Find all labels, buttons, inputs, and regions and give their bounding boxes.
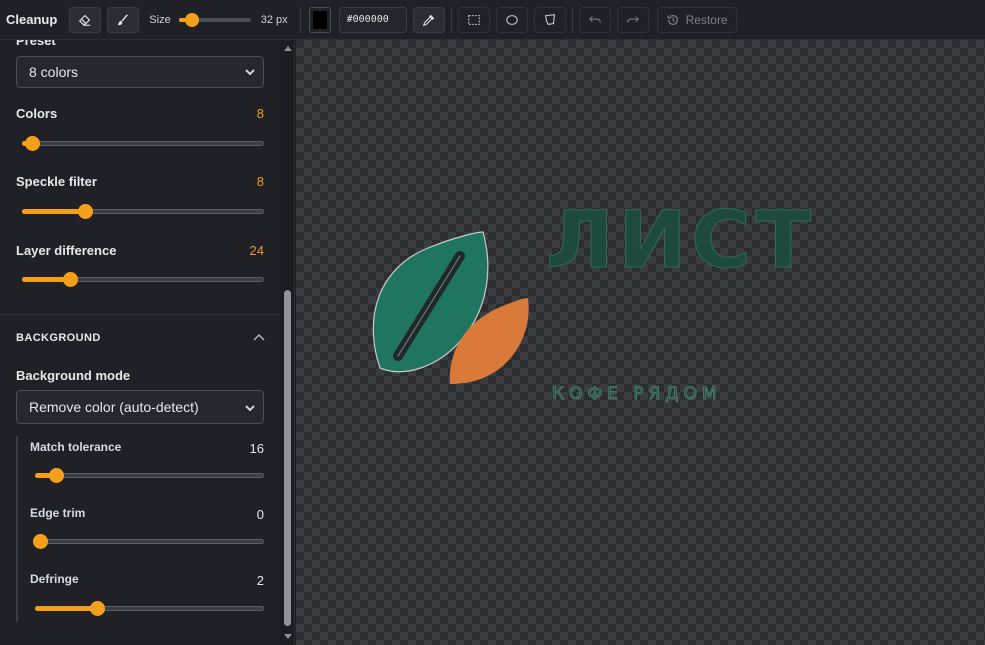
speckle-filter-slider[interactable] bbox=[22, 204, 264, 219]
brush-button[interactable] bbox=[107, 6, 140, 33]
scrollbar-thumb[interactable] bbox=[284, 290, 291, 626]
preset-select[interactable]: 8 colors bbox=[16, 56, 264, 88]
color-swatch[interactable] bbox=[308, 6, 331, 33]
toolbar-divider bbox=[450, 6, 452, 33]
size-value: 32 px bbox=[260, 13, 288, 26]
redo-icon bbox=[626, 15, 639, 23]
background-mode-select[interactable]: Remove color (auto-detect) bbox=[16, 390, 264, 424]
slider-track bbox=[22, 141, 264, 146]
ellipse-select-button[interactable] bbox=[495, 6, 528, 33]
color-hex-input[interactable] bbox=[338, 6, 407, 33]
slider-thumb[interactable] bbox=[48, 468, 64, 483]
app-root: Cleanup Size 32 px #000000 Restore Prese… bbox=[0, 0, 985, 645]
match-tolerance-label: Match tolerance bbox=[30, 440, 122, 454]
edge-trim-value: 0 bbox=[256, 507, 264, 522]
chevron-down-icon bbox=[245, 69, 255, 76]
color-swatch-fill bbox=[312, 10, 327, 29]
colors-label: Colors bbox=[16, 106, 58, 121]
restore-button[interactable]: Restore bbox=[656, 6, 737, 33]
logo-tagline: КОФЕ РЯДОМ bbox=[552, 384, 722, 405]
slider-thumb[interactable] bbox=[89, 601, 105, 616]
settings-sidebar: Preset 8 colors Colors 8 Speckle filter … bbox=[0, 40, 280, 645]
match-tolerance-value: 16 bbox=[249, 441, 264, 456]
layer-difference-slider[interactable] bbox=[22, 272, 264, 287]
edge-trim-label: Edge trim bbox=[30, 506, 86, 520]
toolbar-divider bbox=[299, 6, 301, 33]
background-mode-label: Background mode bbox=[16, 368, 131, 383]
slider-track bbox=[35, 473, 264, 478]
logo-wordmark: ЛИСТ bbox=[545, 196, 816, 286]
background-section-header[interactable]: BACKGROUND bbox=[16, 332, 101, 344]
tool-title: Cleanup bbox=[6, 12, 58, 27]
restore-label: Restore bbox=[685, 12, 728, 27]
redo-button[interactable] bbox=[616, 6, 649, 33]
ellipse-select-icon bbox=[505, 14, 518, 25]
preset-label: Preset bbox=[16, 40, 56, 48]
scroll-down-icon[interactable] bbox=[284, 634, 292, 639]
slider-thumb[interactable] bbox=[33, 534, 48, 549]
edge-trim-slider[interactable] bbox=[33, 534, 264, 549]
chevron-down-icon bbox=[245, 405, 255, 412]
scroll-up-icon[interactable] bbox=[284, 46, 292, 51]
history-icon bbox=[666, 14, 678, 25]
slider-thumb[interactable] bbox=[24, 136, 40, 151]
subsettings-indent-bar bbox=[16, 436, 18, 622]
sidebar-scrollbar[interactable] bbox=[280, 40, 295, 645]
toolbar: Cleanup Size 32 px #000000 Restore bbox=[0, 0, 985, 40]
slider-fill bbox=[22, 209, 85, 214]
speckle-filter-label: Speckle filter bbox=[16, 174, 97, 189]
slider-fill bbox=[35, 606, 97, 611]
undo-button[interactable] bbox=[578, 6, 611, 33]
background-mode-value: Remove color (auto-detect) bbox=[29, 399, 199, 415]
size-slider[interactable] bbox=[178, 12, 251, 27]
defringe-label: Defringe bbox=[30, 572, 79, 586]
match-tolerance-slider[interactable] bbox=[35, 468, 264, 483]
size-slider-thumb[interactable] bbox=[184, 12, 199, 27]
chevron-up-icon[interactable] bbox=[253, 332, 265, 342]
defringe-value: 2 bbox=[256, 573, 264, 588]
image-canvas[interactable]: ЛИСТ КОФЕ РЯДОМ bbox=[296, 40, 985, 645]
slider-thumb[interactable] bbox=[63, 272, 79, 287]
section-divider bbox=[0, 314, 280, 315]
lasso-select-icon bbox=[544, 13, 555, 25]
size-label: Size bbox=[149, 13, 171, 26]
rect-select-button[interactable] bbox=[457, 6, 490, 33]
layer-difference-value: 24 bbox=[249, 243, 264, 258]
layer-difference-label: Layer difference bbox=[16, 243, 117, 258]
eraser-button[interactable] bbox=[69, 6, 102, 33]
slider-track bbox=[40, 539, 264, 544]
slider-thumb[interactable] bbox=[77, 204, 93, 219]
defringe-slider[interactable] bbox=[35, 601, 264, 616]
brush-icon bbox=[118, 13, 129, 25]
lasso-select-button[interactable] bbox=[533, 6, 566, 33]
colors-slider[interactable] bbox=[22, 136, 264, 151]
speckle-filter-value: 8 bbox=[256, 174, 264, 189]
eyedropper-button[interactable] bbox=[412, 6, 445, 33]
toolbar-divider bbox=[571, 6, 573, 33]
eyedropper-icon bbox=[422, 14, 434, 26]
undo-icon bbox=[588, 15, 601, 23]
rect-select-icon bbox=[467, 14, 480, 25]
eraser-icon bbox=[79, 14, 91, 26]
preset-select-value: 8 colors bbox=[29, 64, 79, 80]
colors-value: 8 bbox=[256, 106, 264, 121]
